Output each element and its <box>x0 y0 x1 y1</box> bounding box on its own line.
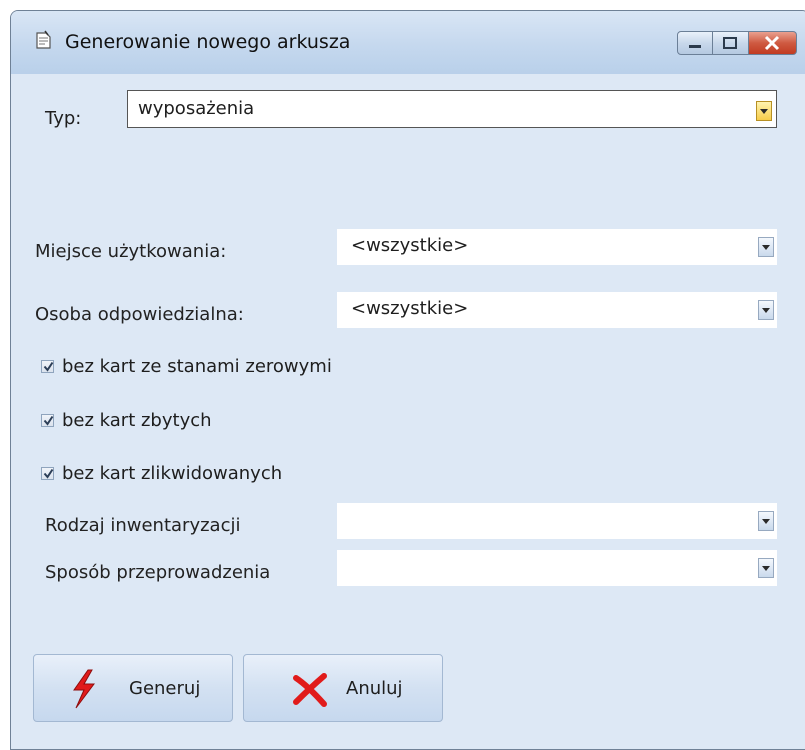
checkbox-label: bez kart zbytych <box>62 410 212 431</box>
checkbox-box[interactable] <box>41 414 54 427</box>
title-bar[interactable]: Generowanie nowego arkusza <box>11 11 805 74</box>
rodzaj-label: Rodzaj inwentaryzacji <box>45 515 241 536</box>
checkbox-label: bez kart zlikwidowanych <box>62 463 283 484</box>
cancel-button[interactable]: Anuluj <box>243 654 443 722</box>
sposob-dropdown-button[interactable] <box>758 558 774 578</box>
window-controls <box>677 31 797 55</box>
chevron-down-icon <box>762 245 770 250</box>
x-cross-icon <box>293 673 327 707</box>
cancel-button-label: Anuluj <box>346 678 403 699</box>
osoba-select[interactable]: <wszystkie> <box>337 292 777 328</box>
osoba-label: Osoba odpowiedzialna: <box>35 304 244 325</box>
typ-select[interactable]: wyposażenia <box>127 90 777 128</box>
maximize-icon <box>723 37 737 49</box>
close-icon <box>764 35 780 51</box>
checkmark-icon <box>43 361 54 372</box>
chevron-down-icon <box>762 308 770 313</box>
chevron-down-icon <box>762 566 770 571</box>
generate-button-label: Generuj <box>129 678 201 699</box>
miejsce-dropdown-button[interactable] <box>758 237 774 257</box>
miejsce-label: Miejsce użytkowania: <box>35 241 227 262</box>
checkmark-icon <box>43 468 54 479</box>
chevron-down-icon <box>760 109 768 114</box>
checkbox-zero-states[interactable]: bez kart ze stanami zerowymi <box>41 356 332 377</box>
typ-dropdown-button[interactable] <box>756 101 772 121</box>
checkbox-label: bez kart ze stanami zerowymi <box>62 356 332 377</box>
chevron-down-icon <box>762 519 770 524</box>
sposob-label: Sposób przeprowadzenia <box>45 562 271 583</box>
maximize-button[interactable] <box>713 31 749 55</box>
dialog-body: Typ: wyposażenia Miejsce użytkowania: <w… <box>11 74 805 749</box>
generate-button[interactable]: Generuj <box>33 654 233 722</box>
sposob-select[interactable] <box>337 550 777 586</box>
sheet-icon <box>36 30 51 49</box>
close-button[interactable] <box>749 31 797 55</box>
minimize-icon <box>689 45 701 48</box>
checkbox-box[interactable] <box>41 467 54 480</box>
checkbox-liquidated-cards[interactable]: bez kart zlikwidowanych <box>41 463 282 484</box>
typ-value: wyposażenia <box>138 98 255 119</box>
minimize-button[interactable] <box>677 31 713 55</box>
typ-label: Typ: <box>45 108 82 129</box>
osoba-dropdown-button[interactable] <box>758 300 774 320</box>
lightning-icon <box>73 669 95 709</box>
dialog-window: Generowanie nowego arkusza Typ: wyposaże… <box>10 10 805 750</box>
rodzaj-dropdown-button[interactable] <box>758 511 774 531</box>
checkbox-sold-cards[interactable]: bez kart zbytych <box>41 410 212 431</box>
miejsce-select[interactable]: <wszystkie> <box>337 229 777 265</box>
rodzaj-select[interactable] <box>337 503 777 539</box>
osoba-value: <wszystkie> <box>351 298 469 319</box>
checkmark-icon <box>43 415 54 426</box>
window-title: Generowanie nowego arkusza <box>65 31 351 53</box>
miejsce-value: <wszystkie> <box>351 235 469 256</box>
checkbox-box[interactable] <box>41 360 54 373</box>
